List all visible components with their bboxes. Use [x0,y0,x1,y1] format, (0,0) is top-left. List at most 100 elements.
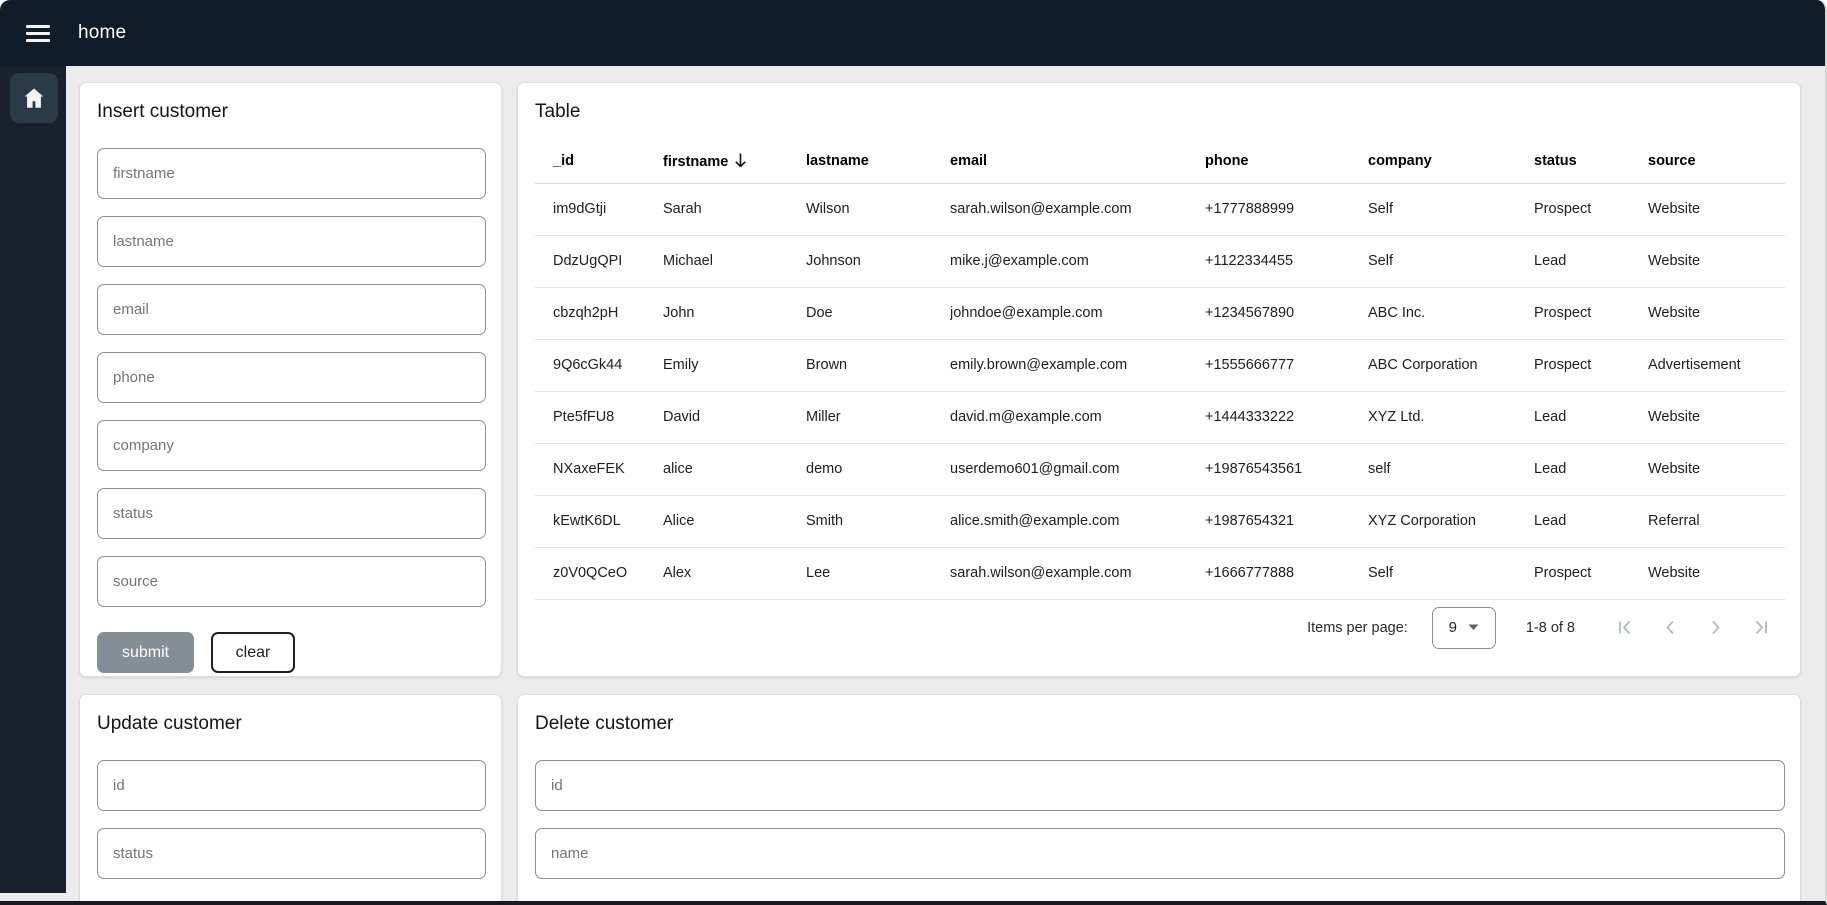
delete-form [535,760,1785,879]
cell-source: Website [1648,391,1785,443]
insert-phone-input[interactable] [97,352,486,403]
cell-status: Prospect [1534,339,1648,391]
cell-email: userdemo601@gmail.com [950,443,1205,495]
cell-lastname: Doe [806,287,950,339]
cell-source: Website [1648,547,1785,599]
last-page-icon [1751,618,1770,637]
delete-card-title: Delete customer [535,713,1785,735]
last-page-button[interactable] [1738,607,1783,649]
sidebar [0,66,66,893]
cell-id: NXaxeFEK [535,443,663,495]
topbar: home [0,0,1825,66]
table-row: cbzqh2pHJohnDoejohndoe@example.com+12345… [535,287,1785,339]
items-per-page-select[interactable]: 9 [1432,607,1496,649]
cell-lastname: Smith [806,495,950,547]
insert-status-input[interactable] [97,488,486,539]
column-header-lastname[interactable]: lastname [806,139,950,183]
cell-id: kEwtK6DL [535,495,663,547]
cell-company: Self [1368,547,1534,599]
table-header-row: _id firstname lastname email phone companysta… [535,139,1785,183]
update-customer-card: Update customer submit clear [79,694,502,901]
cell-firstname: Michael [663,235,806,287]
cell-status: Lead [1534,235,1648,287]
previous-page-button[interactable] [1648,607,1693,649]
sidebar-item-home[interactable] [10,73,58,123]
update-id-input[interactable] [97,760,486,811]
cell-firstname: John [663,287,806,339]
cell-firstname: Alex [663,547,806,599]
cell-status: Prospect [1534,183,1648,235]
first-page-button[interactable] [1603,607,1648,649]
app-window: home Insert customer submit clear Table … [0,0,1827,905]
column-header-source[interactable]: source [1648,139,1785,183]
range-label: 1-8 of 8 [1526,620,1575,636]
insert-firstname-input[interactable] [97,148,486,199]
delete-id-input[interactable] [535,760,1785,811]
chevron-left-icon [1661,618,1680,637]
cell-lastname: Lee [806,547,950,599]
cell-source: Referral [1648,495,1785,547]
column-header-company[interactable]: company [1368,139,1534,183]
insert-submit-button[interactable]: submit [97,632,194,673]
cell-company: ABC Corporation [1368,339,1534,391]
chevron-right-icon [1706,618,1725,637]
cell-source: Advertisement [1648,339,1785,391]
cell-source: Website [1648,443,1785,495]
update-status-input[interactable] [97,828,486,879]
dropdown-arrow-icon [1468,624,1479,631]
column-header-firstname[interactable]: firstname [663,139,806,183]
cell-status: Prospect [1534,287,1648,339]
column-header-phone[interactable]: phone [1205,139,1368,183]
column-header-email[interactable]: email [950,139,1205,183]
table-card-title: Table [535,101,1785,123]
column-header-label: lastname [806,153,869,169]
cell-id: 9Q6cGk44 [535,339,663,391]
table-row: Pte5fFU8DavidMillerdavid.m@example.com+1… [535,391,1785,443]
cell-source: Website [1648,287,1785,339]
column-header-label: email [950,153,987,169]
insert-card-title: Insert customer [97,101,486,123]
cell-email: alice.smith@example.com [950,495,1205,547]
insert-email-input[interactable] [97,284,486,335]
insert-company-input[interactable] [97,420,486,471]
next-page-button[interactable] [1693,607,1738,649]
menu-button[interactable] [20,19,56,48]
cell-phone: +19876543561 [1205,443,1368,495]
home-icon [21,85,47,111]
column-header-label: source [1648,153,1696,169]
column-header-id[interactable]: _id [535,139,663,183]
cell-company: Self [1368,235,1534,287]
cell-id: Pte5fFU8 [535,391,663,443]
cell-email: emily.brown@example.com [950,339,1205,391]
cell-company: ABC Inc. [1368,287,1534,339]
table-row: NXaxeFEKalicedemouserdemo601@gmail.com+1… [535,443,1785,495]
cell-firstname: Sarah [663,183,806,235]
delete-name-input[interactable] [535,828,1785,879]
hamburger-icon [26,25,50,42]
column-header-label: firstname [663,154,728,170]
insert-source-input[interactable] [97,556,486,607]
update-form [97,760,486,879]
cell-phone: +1122334455 [1205,235,1368,287]
table-row: im9dGtjiSarahWilsonsarah.wilson@example.… [535,183,1785,235]
insert-clear-button[interactable]: clear [211,632,295,673]
cell-email: johndoe@example.com [950,287,1205,339]
cell-phone: +1555666777 [1205,339,1368,391]
update-card-title: Update customer [97,713,486,735]
cell-email: mike.j@example.com [950,235,1205,287]
cell-lastname: demo [806,443,950,495]
insert-form [97,148,486,607]
table-row: kEwtK6DLAliceSmithalice.smith@example.co… [535,495,1785,547]
insert-lastname-input[interactable] [97,216,486,267]
cell-lastname: Johnson [806,235,950,287]
cell-email: david.m@example.com [950,391,1205,443]
cell-status: Lead [1534,495,1648,547]
cell-firstname: David [663,391,806,443]
column-header-status[interactable]: status [1534,139,1648,183]
delete-customer-card: Delete customer submit clear [517,694,1801,901]
cell-lastname: Miller [806,391,950,443]
page-title: home [78,22,126,44]
customers-table: _id firstname lastname email phone companysta… [535,139,1785,600]
column-header-label: _id [553,153,574,169]
column-header-label: phone [1205,153,1249,169]
